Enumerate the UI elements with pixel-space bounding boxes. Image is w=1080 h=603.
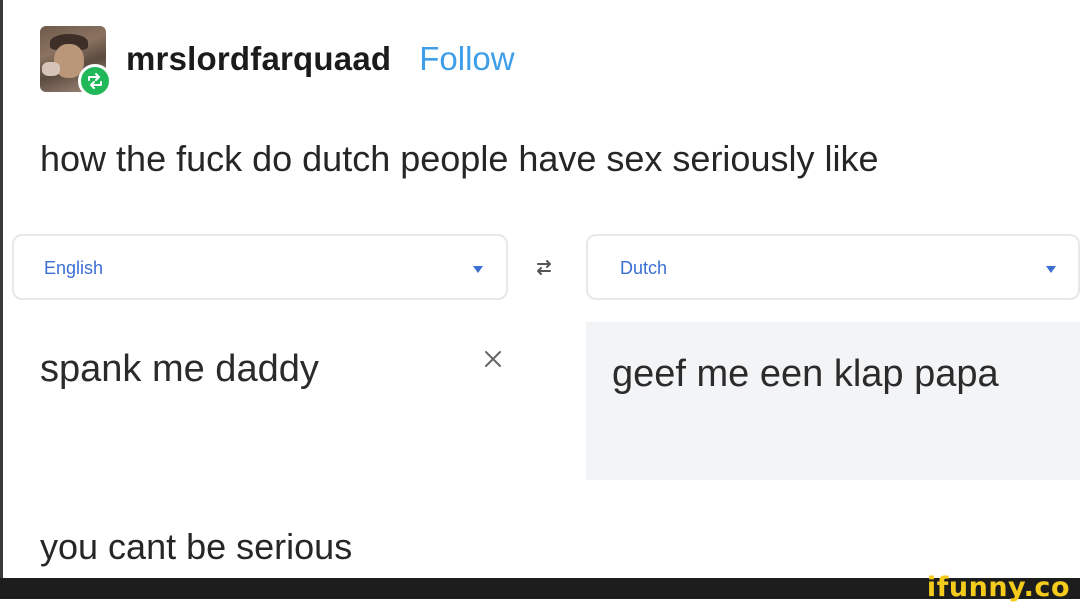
target-language-label: Dutch [620, 258, 668, 278]
post-text-bottom: you cant be serious [40, 526, 353, 567]
source-text-input[interactable]: spank me daddy [40, 348, 319, 391]
chevron-down-icon [1046, 266, 1056, 273]
source-language-label: English [44, 258, 104, 278]
chevron-down-icon [473, 266, 483, 273]
left-border [0, 0, 3, 578]
translated-text: geef me een klap papa [612, 353, 999, 395]
target-language-select[interactable]: Dutch [586, 234, 1080, 300]
post-header: mrslordfarquaad Follow [40, 24, 515, 98]
close-icon[interactable] [478, 344, 508, 374]
swap-icon[interactable] [529, 252, 559, 282]
watermark-logo: ifunny.co [926, 572, 1070, 603]
post-text-top: how the fuck do dutch people have sex se… [40, 138, 879, 179]
avatar[interactable] [40, 26, 112, 98]
translator-widget: English Dutch spank me daddy geef me een… [12, 234, 1080, 494]
source-language-select[interactable]: English [12, 234, 508, 300]
username-link[interactable]: mrslordfarquaad [126, 40, 391, 78]
footer-bar: ifunny.co [0, 572, 1080, 603]
reblog-icon [78, 64, 112, 98]
translation-output: geef me een klap papa [586, 322, 1080, 480]
follow-button[interactable]: Follow [419, 40, 514, 78]
